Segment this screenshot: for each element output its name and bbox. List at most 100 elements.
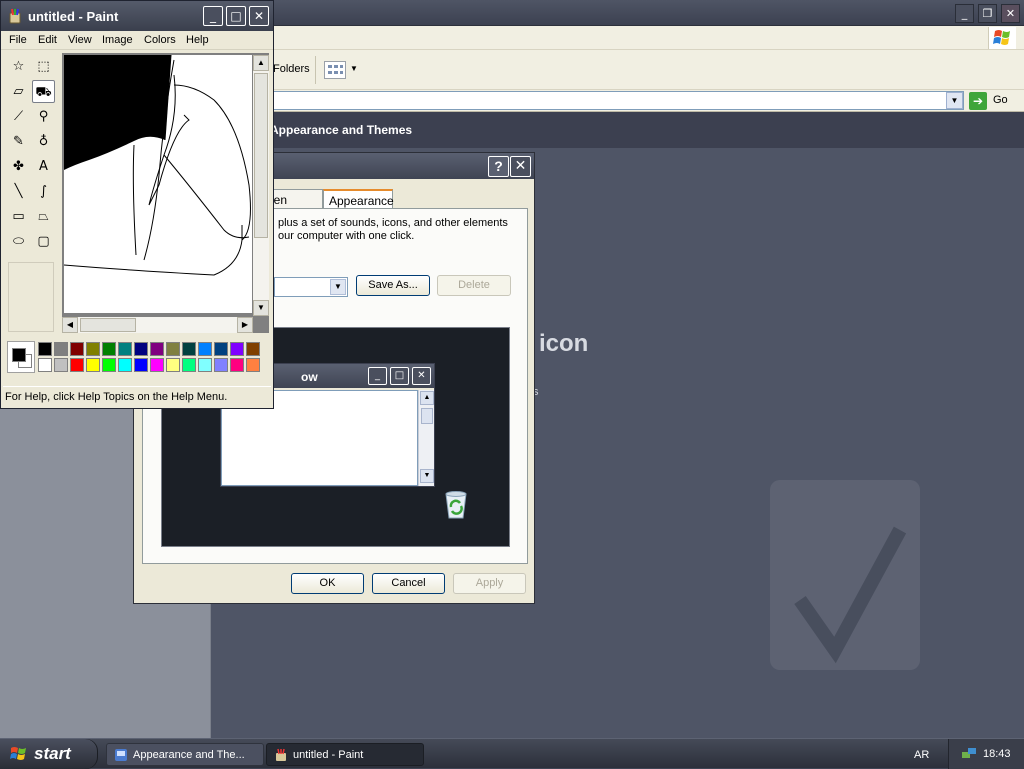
- views-dropdown-icon[interactable]: ▼: [350, 64, 358, 73]
- tab-appearance[interactable]: Appearance: [323, 189, 394, 209]
- control-panel-watermark-icon: [740, 460, 940, 690]
- color-swatch[interactable]: [198, 358, 212, 372]
- clock[interactable]: 18:43: [983, 748, 1011, 760]
- preview-window-title: ow: [301, 370, 318, 384]
- curve-icon[interactable]: ∫: [32, 180, 55, 203]
- text-icon[interactable]: A: [32, 155, 55, 178]
- address-input[interactable]: [270, 91, 964, 110]
- vertical-scroll-thumb[interactable]: [254, 73, 268, 238]
- task-paint[interactable]: untitled - Paint: [266, 743, 424, 766]
- category-title: Appearance and Themes: [270, 123, 413, 137]
- ok-button[interactable]: OK: [291, 573, 364, 594]
- airbrush-icon[interactable]: ✤: [7, 155, 30, 178]
- views-icon[interactable]: [324, 61, 346, 79]
- toolbar-separator: [315, 56, 316, 84]
- color-swatch[interactable]: [246, 342, 260, 356]
- cancel-button[interactable]: Cancel: [372, 573, 445, 594]
- paint-titlebar[interactable]: untitled - Paint _ □ ✕: [1, 1, 273, 31]
- color-swatch[interactable]: [134, 342, 148, 356]
- delete-button[interactable]: Delete: [437, 275, 511, 296]
- color-swatch[interactable]: [54, 342, 68, 356]
- color-swatch[interactable]: [102, 342, 116, 356]
- drawing-canvas[interactable]: [64, 55, 252, 313]
- menu-file[interactable]: File: [9, 34, 27, 46]
- chevron-up-icon[interactable]: ▲: [253, 55, 269, 71]
- color-swatch[interactable]: [214, 342, 228, 356]
- language-indicator[interactable]: AR: [914, 749, 929, 761]
- paint-close-button[interactable]: ✕: [249, 6, 269, 26]
- go-button[interactable]: ➔ Go: [969, 92, 1019, 110]
- explorer-maximize-button[interactable]: ❐: [978, 4, 997, 23]
- rounded-rect-icon[interactable]: ▢: [32, 230, 55, 253]
- color-swatch[interactable]: [246, 358, 260, 372]
- color-swatch[interactable]: [54, 358, 68, 372]
- magnifier-icon[interactable]: ⚲: [32, 105, 55, 128]
- polygon-icon[interactable]: ⏢: [32, 205, 55, 228]
- canvas-horizontal-scrollbar[interactable]: ◀ ▶: [62, 317, 253, 333]
- apply-button[interactable]: Apply: [453, 573, 526, 594]
- go-label: Go: [993, 94, 1008, 106]
- task-appearance-themes[interactable]: Appearance and The...: [106, 743, 264, 766]
- paint-maximize-button[interactable]: □: [226, 6, 246, 26]
- current-colors: [7, 341, 35, 373]
- rectangle-icon[interactable]: ▭: [7, 205, 30, 228]
- chevron-down-icon[interactable]: ▼: [253, 300, 269, 316]
- folders-button[interactable]: Folders: [273, 63, 310, 75]
- color-swatch[interactable]: [150, 342, 164, 356]
- color-swatch[interactable]: [38, 342, 52, 356]
- menu-colors[interactable]: Colors: [144, 34, 176, 46]
- color-swatch[interactable]: [118, 358, 132, 372]
- address-dropdown-icon[interactable]: ▼: [946, 92, 963, 109]
- ellipse-icon[interactable]: ⬭: [7, 230, 30, 253]
- color-swatch[interactable]: [182, 358, 196, 372]
- color-swatch[interactable]: [118, 342, 132, 356]
- color-swatch[interactable]: [230, 342, 244, 356]
- color-swatch[interactable]: [166, 358, 180, 372]
- color-swatch[interactable]: [134, 358, 148, 372]
- menu-view[interactable]: View: [68, 34, 92, 46]
- control-panel-icon: [114, 748, 128, 762]
- color-swatch[interactable]: [70, 358, 84, 372]
- theme-select[interactable]: ▼: [274, 277, 348, 297]
- rect-select-icon[interactable]: ⬚: [32, 55, 55, 78]
- preview-close-icon: ✕: [412, 367, 431, 385]
- paint-status-bar: For Help, click Help Topics on the Help …: [3, 386, 271, 406]
- chevron-down-icon[interactable]: ▼: [330, 279, 346, 295]
- color-swatch[interactable]: [166, 342, 180, 356]
- taskbar: start Appearance and The... untitled - P…: [0, 738, 1024, 769]
- color-picker-icon[interactable]: ⟋: [7, 105, 30, 128]
- fill-icon[interactable]: ⛟: [32, 80, 55, 103]
- horizontal-scroll-thumb[interactable]: [80, 318, 136, 332]
- eraser-icon[interactable]: ▱: [7, 80, 30, 103]
- chevron-up-icon: ▲: [420, 391, 434, 405]
- color-swatch[interactable]: [102, 358, 116, 372]
- color-swatch[interactable]: [230, 358, 244, 372]
- explorer-close-button[interactable]: ✕: [1001, 4, 1020, 23]
- menu-image[interactable]: Image: [102, 34, 133, 46]
- color-swatch[interactable]: [38, 358, 52, 372]
- chevron-left-icon[interactable]: ◀: [62, 317, 78, 333]
- line-icon[interactable]: ╲: [7, 180, 30, 203]
- tool-options-box[interactable]: [8, 262, 54, 332]
- pencil-icon[interactable]: ✎: [7, 130, 30, 153]
- color-swatch[interactable]: [70, 342, 84, 356]
- canvas-vertical-scrollbar[interactable]: ▲ ▼: [253, 55, 269, 316]
- brush-icon[interactable]: ♁: [32, 130, 55, 153]
- color-swatch[interactable]: [198, 342, 212, 356]
- dialog-help-button[interactable]: ?: [488, 156, 509, 177]
- free-form-select-icon[interactable]: ☆: [7, 55, 30, 78]
- start-button[interactable]: start: [0, 739, 98, 769]
- dialog-close-button[interactable]: ✕: [510, 156, 531, 177]
- color-swatch[interactable]: [86, 342, 100, 356]
- save-as-button[interactable]: Save As...: [356, 275, 430, 296]
- menu-edit[interactable]: Edit: [38, 34, 57, 46]
- color-swatch[interactable]: [182, 342, 196, 356]
- explorer-minimize-button[interactable]: _: [955, 4, 974, 23]
- chevron-right-icon[interactable]: ▶: [237, 317, 253, 333]
- network-icon[interactable]: [961, 747, 977, 761]
- color-swatch[interactable]: [214, 358, 228, 372]
- color-swatch[interactable]: [150, 358, 164, 372]
- paint-minimize-button[interactable]: _: [203, 6, 223, 26]
- color-swatch[interactable]: [86, 358, 100, 372]
- menu-help[interactable]: Help: [186, 34, 209, 46]
